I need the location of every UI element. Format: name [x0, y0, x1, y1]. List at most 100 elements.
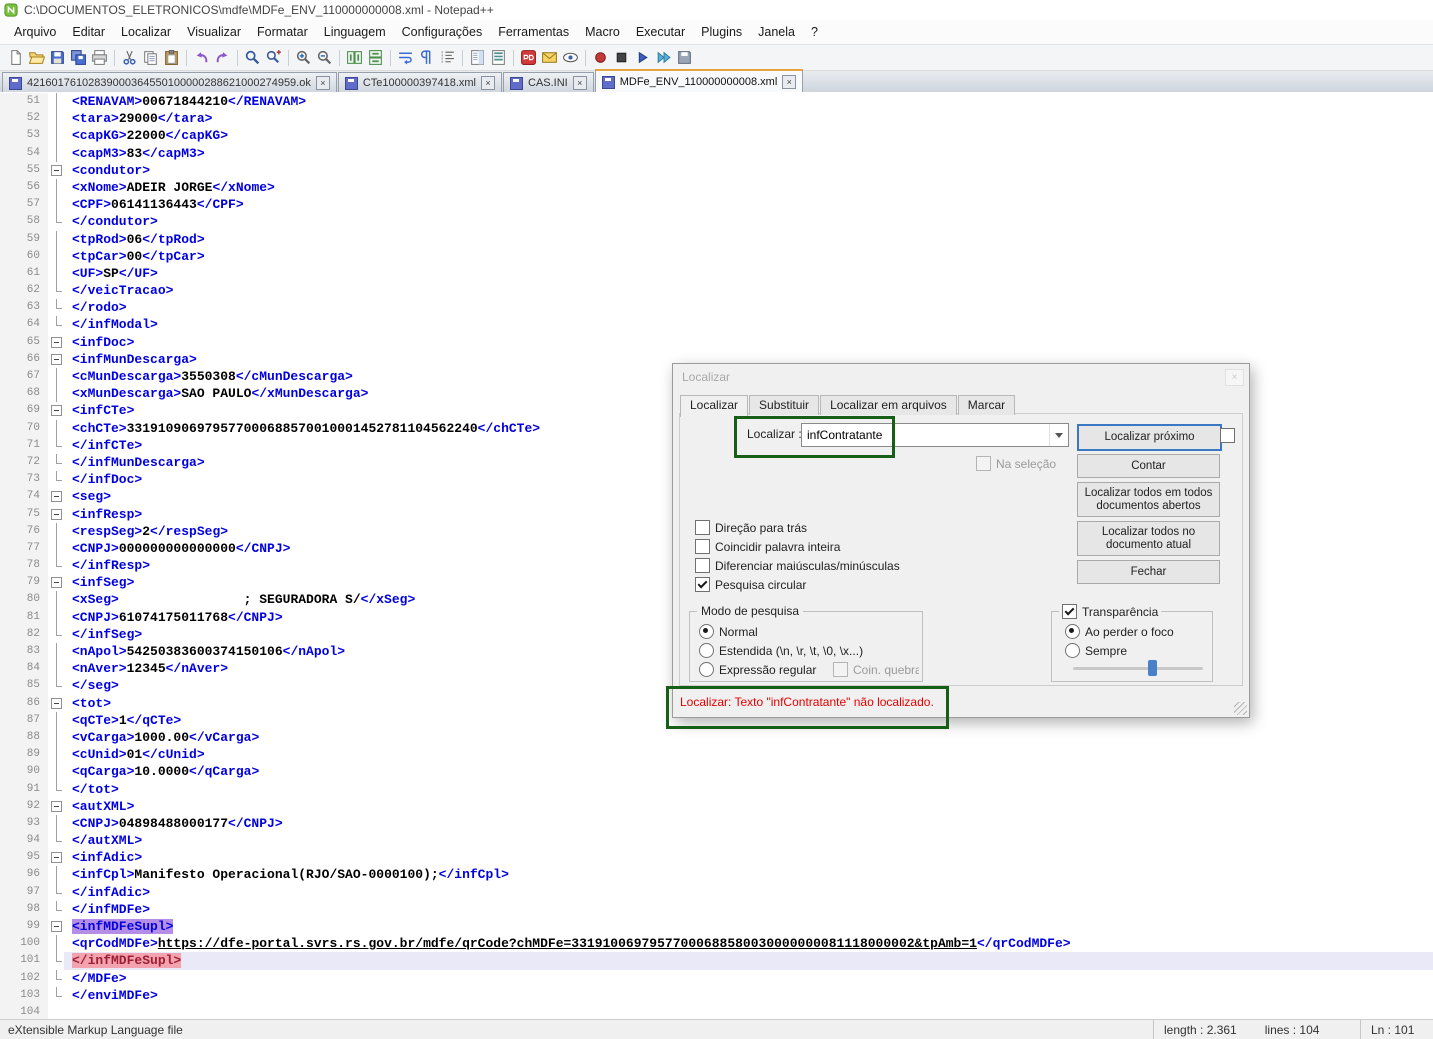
fold-collapse-icon[interactable] — [48, 918, 64, 935]
code-line[interactable]: 61 <UF>SP</UF> — [0, 265, 1433, 282]
line-number[interactable]: 87 — [0, 712, 48, 729]
code-line[interactable]: 98</infMDFe> — [0, 901, 1433, 918]
find-all-open-docs-button[interactable]: Localizar todos em todos documentos aber… — [1077, 482, 1220, 517]
menu-item-janela[interactable]: Janela — [750, 22, 803, 42]
line-number[interactable]: 56 — [0, 179, 48, 196]
code-line[interactable]: 57<CPF>06141136443</CPF> — [0, 196, 1433, 213]
print-icon[interactable] — [90, 48, 109, 67]
slider-track[interactable] — [1073, 667, 1203, 670]
line-number[interactable]: 82 — [0, 626, 48, 643]
line-number[interactable]: 51 — [0, 93, 48, 110]
code-line[interactable]: 58</condutor> — [0, 213, 1433, 230]
save-file-icon[interactable] — [48, 48, 67, 67]
code-line[interactable]: 103</enviMDFe> — [0, 987, 1433, 1004]
code-text[interactable]: <infCpl>Manifesto Operacional(RJO/SAO-00… — [64, 866, 1433, 883]
line-number[interactable]: 58 — [0, 213, 48, 230]
code-text[interactable]: <capM3>83</capM3> — [64, 145, 1433, 162]
line-number[interactable]: 72 — [0, 454, 48, 471]
find-dialog-tab[interactable]: Localizar em arquivos — [820, 395, 957, 415]
mode-regex-radio[interactable]: Expressão regular — [699, 662, 816, 677]
code-line[interactable]: 56 <xNome>ADEIR JORGE</xNome> — [0, 179, 1433, 196]
line-number[interactable]: 55 — [0, 162, 48, 179]
file-tab[interactable]: CTe100000397418.xml — [338, 72, 502, 93]
tab-close-icon[interactable] — [481, 76, 495, 90]
menu-item-formatar[interactable]: Formatar — [249, 22, 316, 42]
menu-item-ferramentas[interactable]: Ferramentas — [490, 22, 577, 42]
code-text[interactable]: <xNome>ADEIR JORGE</xNome> — [64, 179, 1433, 196]
save-all-icon[interactable] — [69, 48, 88, 67]
fold-collapse-icon[interactable] — [48, 695, 64, 712]
menu-item-executar[interactable]: Executar — [628, 22, 693, 42]
find-next-button[interactable]: Localizar próximo — [1077, 424, 1222, 451]
menu-item-visualizar[interactable]: Visualizar — [179, 22, 249, 42]
zoom-in-icon[interactable] — [294, 48, 313, 67]
code-text[interactable]: <condutor> — [64, 162, 1433, 179]
slider-thumb[interactable] — [1148, 660, 1157, 676]
code-text[interactable]: </tot> — [64, 781, 1433, 798]
line-number[interactable]: 74 — [0, 488, 48, 505]
play-macro-icon[interactable] — [633, 48, 652, 67]
line-number[interactable]: 61 — [0, 265, 48, 282]
line-number[interactable]: 66 — [0, 351, 48, 368]
code-line[interactable]: 63</rodo> — [0, 299, 1433, 316]
menu-item-?[interactable]: ? — [803, 22, 826, 42]
menu-item-plugins[interactable]: Plugins — [693, 22, 750, 42]
code-text[interactable]: <CNPJ>04898488000177</CNPJ> — [64, 815, 1433, 832]
menu-item-editar[interactable]: Editar — [64, 22, 113, 42]
fold-collapse-icon[interactable] — [48, 334, 64, 351]
line-number[interactable]: 99 — [0, 918, 48, 935]
code-line[interactable]: 53<capKG>22000</capKG> — [0, 127, 1433, 144]
menu-item-configuraes[interactable]: Configurações — [394, 22, 491, 42]
code-line[interactable]: 90 <qCarga>10.0000</qCarga> — [0, 763, 1433, 780]
line-number[interactable]: 62 — [0, 282, 48, 299]
fold-collapse-icon[interactable] — [48, 351, 64, 368]
show-all-characters-icon[interactable] — [417, 48, 436, 67]
combo-dropdown-icon[interactable] — [1049, 424, 1068, 446]
line-number[interactable]: 100 — [0, 935, 48, 952]
redo-icon[interactable] — [213, 48, 232, 67]
code-text[interactable]: <cUnid>01</cUnid> — [64, 746, 1433, 763]
code-line[interactable]: 55 <condutor> — [0, 162, 1433, 179]
line-number[interactable]: 101 — [0, 952, 48, 969]
new-file-icon[interactable] — [6, 48, 25, 67]
fold-collapse-icon[interactable] — [48, 402, 64, 419]
line-number[interactable]: 83 — [0, 643, 48, 660]
code-line[interactable]: 51<RENAVAM>00671844210</RENAVAM> — [0, 93, 1433, 110]
line-number[interactable]: 78 — [0, 557, 48, 574]
word-wrap-icon[interactable] — [396, 48, 415, 67]
fold-collapse-icon[interactable] — [48, 162, 64, 179]
zoom-out-icon[interactable] — [315, 48, 334, 67]
find-dialog-tab[interactable]: Localizar — [680, 395, 748, 417]
fold-collapse-icon[interactable] — [48, 849, 64, 866]
code-text[interactable]: <UF>SP</UF> — [64, 265, 1433, 282]
line-number[interactable]: 53 — [0, 127, 48, 144]
file-tab[interactable]: 4216017610283900036455010000028862100027… — [2, 72, 337, 93]
line-number[interactable]: 90 — [0, 763, 48, 780]
line-number[interactable]: 84 — [0, 660, 48, 677]
code-text[interactable]: <qCarga>10.0000</qCarga> — [64, 763, 1433, 780]
copy-icon[interactable] — [141, 48, 160, 67]
line-number[interactable]: 103 — [0, 987, 48, 1004]
find-all-current-doc-button[interactable]: Localizar todos no documento atual — [1077, 521, 1220, 556]
line-number[interactable]: 71 — [0, 437, 48, 454]
line-number[interactable]: 80 — [0, 591, 48, 608]
search-value[interactable]: infContratante — [802, 428, 1049, 442]
menu-item-arquivo[interactable]: Arquivo — [6, 22, 64, 42]
transparency-checkbox[interactable]: Transparência — [1059, 604, 1161, 619]
line-number[interactable]: 54 — [0, 145, 48, 162]
file-tab[interactable]: CAS.INI — [503, 72, 594, 93]
indent-guide-icon[interactable] — [438, 48, 457, 67]
line-number[interactable]: 75 — [0, 506, 48, 523]
code-text[interactable]: <tpCar>00</tpCar> — [64, 248, 1433, 265]
line-number[interactable]: 79 — [0, 574, 48, 591]
plugin-mail-icon[interactable] — [540, 48, 559, 67]
line-number[interactable]: 85 — [0, 677, 48, 694]
code-text[interactable]: </rodo> — [64, 299, 1433, 316]
code-line[interactable]: 102</MDFe> — [0, 970, 1433, 987]
cut-icon[interactable] — [120, 48, 139, 67]
code-line[interactable]: 52<tara>29000</tara> — [0, 110, 1433, 127]
dialog-close-icon[interactable] — [1225, 369, 1244, 386]
menu-item-localizar[interactable]: Localizar — [113, 22, 179, 42]
count-button[interactable]: Contar — [1077, 454, 1220, 478]
code-line[interactable]: 65<infDoc> — [0, 334, 1433, 351]
